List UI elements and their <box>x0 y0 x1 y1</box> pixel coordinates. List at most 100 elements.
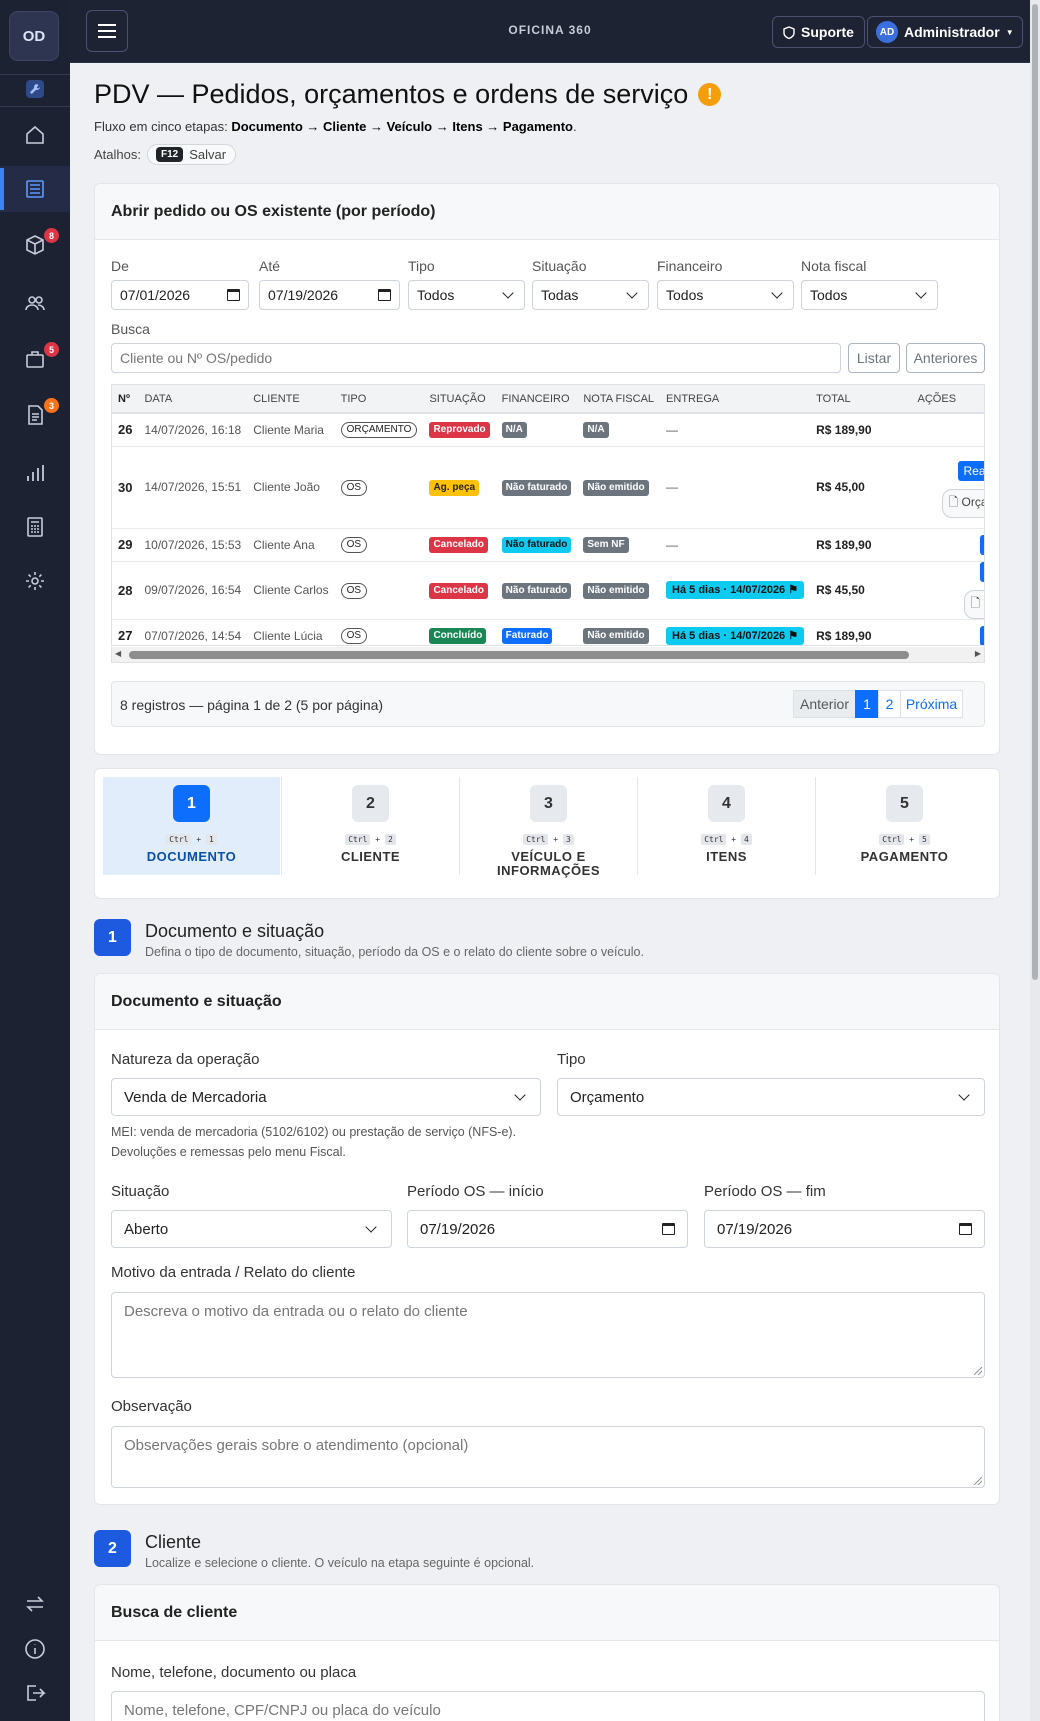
shortcut-key: 4 <box>740 834 752 845</box>
nav-switch[interactable] <box>0 1581 70 1627</box>
nav-home[interactable] <box>0 112 70 158</box>
step-number: 3 <box>530 785 567 822</box>
calendar-icon[interactable] <box>227 289 240 301</box>
cell-financeiro: N/A <box>495 413 578 447</box>
de-date-input[interactable]: 07/01/2026 <box>111 280 249 310</box>
fim-value: 07/19/2026 <box>717 1220 793 1238</box>
action-button[interactable]: Ordem de serviço # <box>979 625 984 645</box>
action-button[interactable]: Ordem de serviço # <box>979 534 984 555</box>
section-2-subtitle: Localize e selecione o cliente. O veícul… <box>145 1556 535 1570</box>
tipo-doc-select[interactable]: Orçamento <box>557 1078 985 1116</box>
card-title: Documento e situação <box>95 974 999 1030</box>
financeiro-select[interactable]: Todos <box>657 280 794 310</box>
nav-products[interactable]: 8 <box>0 222 70 268</box>
scroll-right-icon[interactable]: ▶ <box>975 649 981 658</box>
table-horizontal-scrollbar[interactable]: ◀ ▶ <box>111 647 985 663</box>
motivo-textarea[interactable]: Descreva o motivo da entrada ou o relato… <box>111 1292 985 1378</box>
nav-calculator[interactable] <box>0 504 70 550</box>
listar-button[interactable]: Listar <box>848 343 900 373</box>
shortcut-plus: + <box>731 835 737 844</box>
situacao-doc-select[interactable]: Aberto <box>111 1210 392 1248</box>
nav-logout[interactable] <box>0 1670 70 1716</box>
step-pagamento[interactable]: 5 Ctrl + 5 PAGAMENTO <box>815 777 992 875</box>
page-2-button[interactable]: 2 <box>878 690 901 718</box>
shortcut-plus: + <box>196 835 202 844</box>
related-document-link[interactable]: 🗋 Orçamento #24 Abrir · <box>963 589 984 619</box>
page-1-button[interactable]: 1 <box>855 690 879 718</box>
table-row[interactable]: 26 14/07/2026, 16:18 Cliente Maria ORÇAM… <box>112 413 984 447</box>
file-icon: 🗋 <box>970 595 981 610</box>
shortcut-plus: + <box>909 835 915 844</box>
cell-nf: Não emitido <box>577 446 661 529</box>
chevron-down-icon <box>915 287 927 299</box>
ate-date-input[interactable]: 07/19/2026 <box>259 280 400 310</box>
col-situacao: SITUAÇÃO <box>423 385 496 414</box>
resize-grip-icon[interactable] <box>974 1367 982 1375</box>
cell-tipo: OS <box>334 446 424 529</box>
related-document-link[interactable]: 🗋 Orçamento #25 Abrir · <box>941 488 984 518</box>
tipo-select[interactable]: Todos <box>408 280 525 310</box>
step-shortcut: Ctrl + 3 <box>460 834 637 845</box>
action-button[interactable]: Reabrir <box>957 460 984 481</box>
cell-total: R$ 189,90 <box>810 619 878 645</box>
sidebar-divider <box>0 106 70 107</box>
table-row[interactable]: 28 09/07/2026, 16:54 Cliente Carlos OS C… <box>112 561 984 620</box>
nav-reports[interactable] <box>0 450 70 496</box>
next-page-button[interactable]: Próxima <box>900 690 963 718</box>
client-search-input[interactable]: Nome, telefone, CPF/CNPJ ou placa do veí… <box>111 1691 985 1721</box>
inicio-date-input[interactable]: 07/19/2026 <box>407 1210 688 1248</box>
resize-grip-icon[interactable] <box>974 1477 982 1485</box>
nav-settings[interactable] <box>0 558 70 604</box>
fim-date-input[interactable]: 07/19/2026 <box>704 1210 985 1248</box>
step-documento[interactable]: 1 Ctrl + 1 DOCUMENTO <box>103 777 280 875</box>
situacao-select[interactable]: Todas <box>532 280 649 310</box>
nav-pdv[interactable] <box>0 166 70 212</box>
calendar-icon[interactable] <box>959 1223 972 1235</box>
brand-logo[interactable]: OD <box>9 11 59 61</box>
step-veículo[interactable]: 3 Ctrl + 3 VEÍCULO E INFORMAÇÕES <box>459 777 637 878</box>
scrollbar-thumb[interactable] <box>129 651 909 659</box>
cell-financeiro: Não faturado <box>495 528 578 562</box>
scrollbar-thumb[interactable] <box>1032 4 1038 980</box>
tipo-badge: OS <box>340 537 368 553</box>
nav-about[interactable] <box>0 1626 70 1672</box>
table-row[interactable]: 30 14/07/2026, 15:51 Cliente João OS Ag.… <box>112 446 984 529</box>
sidebar: OD 8 5 3 <box>0 0 70 1721</box>
cell-cliente: Cliente Carlos <box>247 561 335 620</box>
nav-documents[interactable]: 3 <box>0 392 70 438</box>
col-nf: NOTA FISCAL <box>577 385 661 414</box>
nf-select[interactable]: Todos <box>801 280 938 310</box>
cell-nf: Não emitido <box>577 561 661 620</box>
step-itens[interactable]: 4 Ctrl + 4 ITENS <box>637 777 814 875</box>
nav-services[interactable]: 5 <box>0 336 70 382</box>
cell-data: 14/07/2026, 16:18 <box>138 413 248 447</box>
page-scrollbar[interactable] <box>1030 0 1040 1721</box>
action-button[interactable]: Ordem de serviço # <box>979 561 984 582</box>
obs-textarea[interactable]: Observações gerais sobre o atendimento (… <box>111 1426 985 1488</box>
shortcut-chip-save[interactable]: F12 Salvar <box>146 144 237 165</box>
calendar-icon[interactable] <box>378 289 391 301</box>
table-row[interactable]: 29 10/07/2026, 15:53 Cliente Ana OS Canc… <box>112 528 984 562</box>
nav-clients[interactable] <box>0 280 70 326</box>
busca-input[interactable]: Cliente ou Nº OS/pedido <box>111 343 841 373</box>
cell-cliente: Cliente João <box>247 446 335 529</box>
calendar-icon[interactable] <box>662 1223 675 1235</box>
user-menu-button[interactable]: AD Administrador ▼ <box>867 16 1023 48</box>
natureza-select[interactable]: Venda de Mercadoria <box>111 1078 541 1116</box>
financeiro-badge: Não faturado <box>501 479 572 496</box>
prev-page-button[interactable]: Anterior <box>793 690 856 718</box>
cell-num: 29 <box>112 528 139 562</box>
support-button[interactable]: Suporte <box>772 16 865 48</box>
table-row[interactable]: 27 07/07/2026, 14:54 Cliente Lúcia OS Co… <box>112 619 984 645</box>
shortcut-action: Salvar <box>189 147 227 162</box>
scroll-left-icon[interactable]: ◀ <box>115 649 121 658</box>
warning-icon[interactable]: ! <box>698 83 722 106</box>
receipt-icon <box>28 405 43 425</box>
step-label: PAGAMENTO <box>860 849 949 864</box>
step-cliente[interactable]: 2 Ctrl + 2 CLIENTE <box>281 777 458 875</box>
entrega-text: — <box>666 422 679 437</box>
anteriores-button[interactable]: Anteriores <box>906 343 985 373</box>
orders-table-container[interactable]: Nº DATA CLIENTE TIPO SITUAÇÃO FINANCEIRO… <box>111 384 985 646</box>
step-label: VEÍCULO E INFORMAÇÕES <box>497 849 600 878</box>
flow-prefix: Fluxo em cinco etapas: <box>94 119 228 134</box>
